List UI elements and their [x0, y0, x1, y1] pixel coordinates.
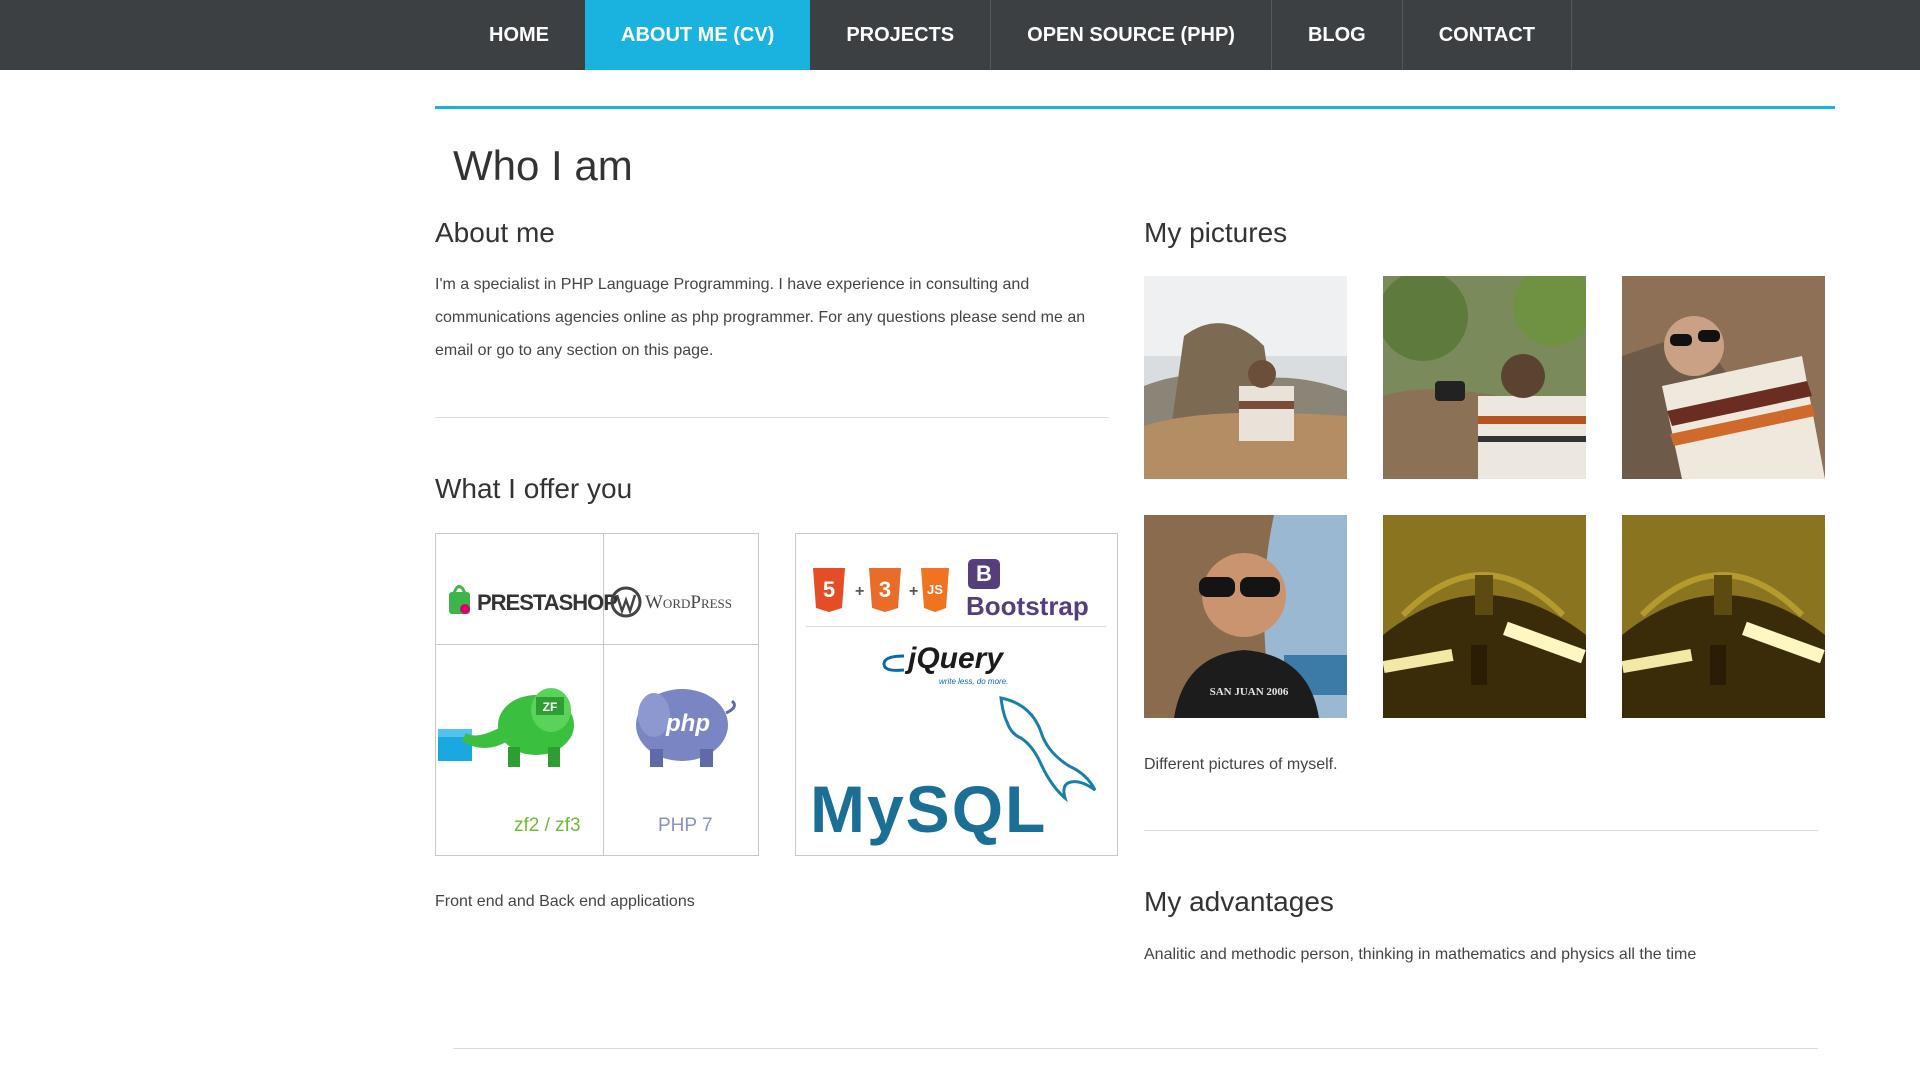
- php-badge-text: php: [665, 710, 710, 737]
- photo-2[interactable]: [1383, 276, 1586, 479]
- photo-5-image: [1383, 515, 1586, 718]
- zf-badge-text: ZF: [543, 700, 558, 714]
- nav-contact-label: CONTACT: [1438, 23, 1536, 46]
- jquery-label: jQuery: [908, 642, 1004, 675]
- page-title: Who I am: [453, 142, 633, 189]
- js-label: JS: [927, 582, 943, 597]
- photo-4-image: SAN JUAN 2006: [1144, 515, 1347, 718]
- photo-6[interactable]: [1622, 515, 1825, 718]
- advantages-text: Analitic and methodic person, thinking i…: [1144, 946, 1697, 963]
- php7-logo: php PHP 7: [604, 645, 758, 855]
- nav-projects-label: PROJECTS: [846, 23, 955, 46]
- css3-number: 3: [879, 577, 891, 602]
- cms-frameworks-logo-box: PRESTASHOP WordPress ZF zf2 / zf3 php PH…: [435, 533, 759, 856]
- logo-separator: [806, 626, 1106, 627]
- php-elephant-icon: php: [636, 689, 736, 767]
- offer-heading: What I offer you: [435, 473, 633, 504]
- photo-4-shirt-text: SAN JUAN 2006: [1210, 686, 1289, 698]
- prestashop-bag-icon: [449, 585, 470, 614]
- accent-divider: [435, 106, 1835, 109]
- photo-1-image: [1144, 276, 1347, 479]
- my-pictures-heading: My pictures: [1144, 217, 1288, 248]
- zf-label: zf2 / zf3: [514, 815, 581, 836]
- nav-open-source[interactable]: OPEN SOURCE (PHP): [991, 0, 1272, 70]
- photo-3-image: [1622, 276, 1825, 479]
- nav-blog[interactable]: BLOG: [1272, 0, 1403, 70]
- bootstrap-b-icon: B: [968, 559, 1000, 589]
- photo-6-image: [1622, 515, 1825, 718]
- bootstrap-label: Bootstrap: [966, 591, 1089, 621]
- html-css-js-icon: 5 + 3 + JS: [813, 568, 949, 612]
- nav-blog-label: BLOG: [1307, 23, 1366, 46]
- wordpress-logo: WordPress: [604, 534, 758, 644]
- nav-contact[interactable]: CONTACT: [1403, 0, 1573, 70]
- zend-framework-logo: ZF zf2 / zf3: [436, 645, 603, 855]
- nav-home[interactable]: HOME: [453, 0, 585, 70]
- nav-open-source-label: OPEN SOURCE (PHP): [1027, 23, 1235, 46]
- top-navigation: HOME ABOUT ME (CV) PROJECTS OPEN SOURCE …: [0, 0, 1920, 70]
- pictures-divider: [1144, 830, 1818, 831]
- photo-5[interactable]: [1383, 515, 1586, 718]
- prestashop-logo: PRESTASHOP: [436, 534, 618, 644]
- about-me-heading: About me: [435, 217, 555, 248]
- svg-text:+: +: [855, 583, 864, 600]
- prestashop-label: PRESTASHOP: [477, 590, 618, 615]
- nav-home-label: HOME: [489, 23, 549, 46]
- photo-4[interactable]: SAN JUAN 2006: [1144, 515, 1347, 718]
- php7-label: PHP 7: [658, 815, 713, 836]
- jquery-tagline: write less, do more.: [939, 677, 1009, 686]
- frontend-tech-logo-box: 5 + 3 + JS B Bootstrap jQuery write less…: [795, 533, 1118, 856]
- photo-2-image: [1383, 276, 1586, 479]
- mysql-label: MySQL: [810, 772, 1048, 846]
- nav-about-me[interactable]: ABOUT ME (CV): [585, 0, 811, 70]
- nav-menu: HOME ABOUT ME (CV) PROJECTS OPEN SOURCE …: [453, 0, 1573, 70]
- svg-text:+: +: [909, 583, 918, 600]
- about-me-text: I'm a specialist in PHP Language Program…: [435, 276, 1086, 359]
- wordpress-w-icon: [610, 586, 642, 618]
- offer-caption: Front end and Back end applications: [435, 893, 695, 910]
- my-advantages-heading: My advantages: [1144, 886, 1334, 917]
- nav-projects[interactable]: PROJECTS: [810, 0, 992, 70]
- pictures-caption: Different pictures of myself.: [1144, 756, 1338, 773]
- photo-3[interactable]: [1622, 276, 1825, 479]
- nav-about-me-label: ABOUT ME (CV): [621, 23, 775, 46]
- zf-elephant-icon: ZF: [438, 688, 574, 767]
- photo-1[interactable]: [1144, 276, 1347, 479]
- bottom-divider: [453, 1048, 1818, 1049]
- about-divider: [435, 417, 1109, 418]
- html5-number: 5: [823, 577, 835, 602]
- wordpress-label: WordPress: [645, 592, 733, 613]
- jquery-swoosh-icon: [882, 654, 905, 672]
